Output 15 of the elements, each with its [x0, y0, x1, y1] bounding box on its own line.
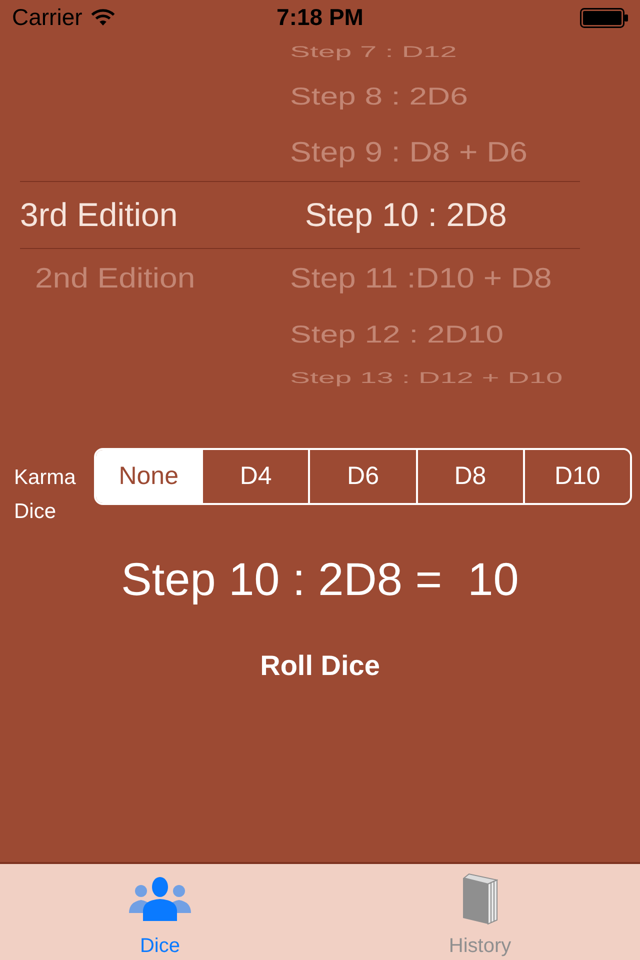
wifi-icon [91, 8, 116, 26]
book-icon [462, 873, 498, 925]
picker-item[interactable]: Step 10 : 2D8 [305, 196, 507, 234]
carrier-name: Carrier [12, 4, 82, 31]
battery-icon [580, 8, 628, 28]
tab-button[interactable]: Dice [0, 864, 320, 960]
segment-option[interactable]: None [96, 450, 202, 503]
roll-dice-button[interactable]: Roll Dice [252, 644, 388, 688]
segment-option[interactable]: D10 [522, 450, 630, 503]
result-text: Step 10 : 2D8 = 10 [121, 552, 519, 607]
karma-dice-label: Karma Dice [14, 465, 77, 525]
people-icon [128, 877, 192, 921]
segmented-control[interactable]: None D4 D6 D8 D10 [94, 448, 632, 505]
time-label: 7:18 PM [276, 4, 364, 31]
picker-item[interactable]: 3rd Edition [20, 196, 178, 234]
